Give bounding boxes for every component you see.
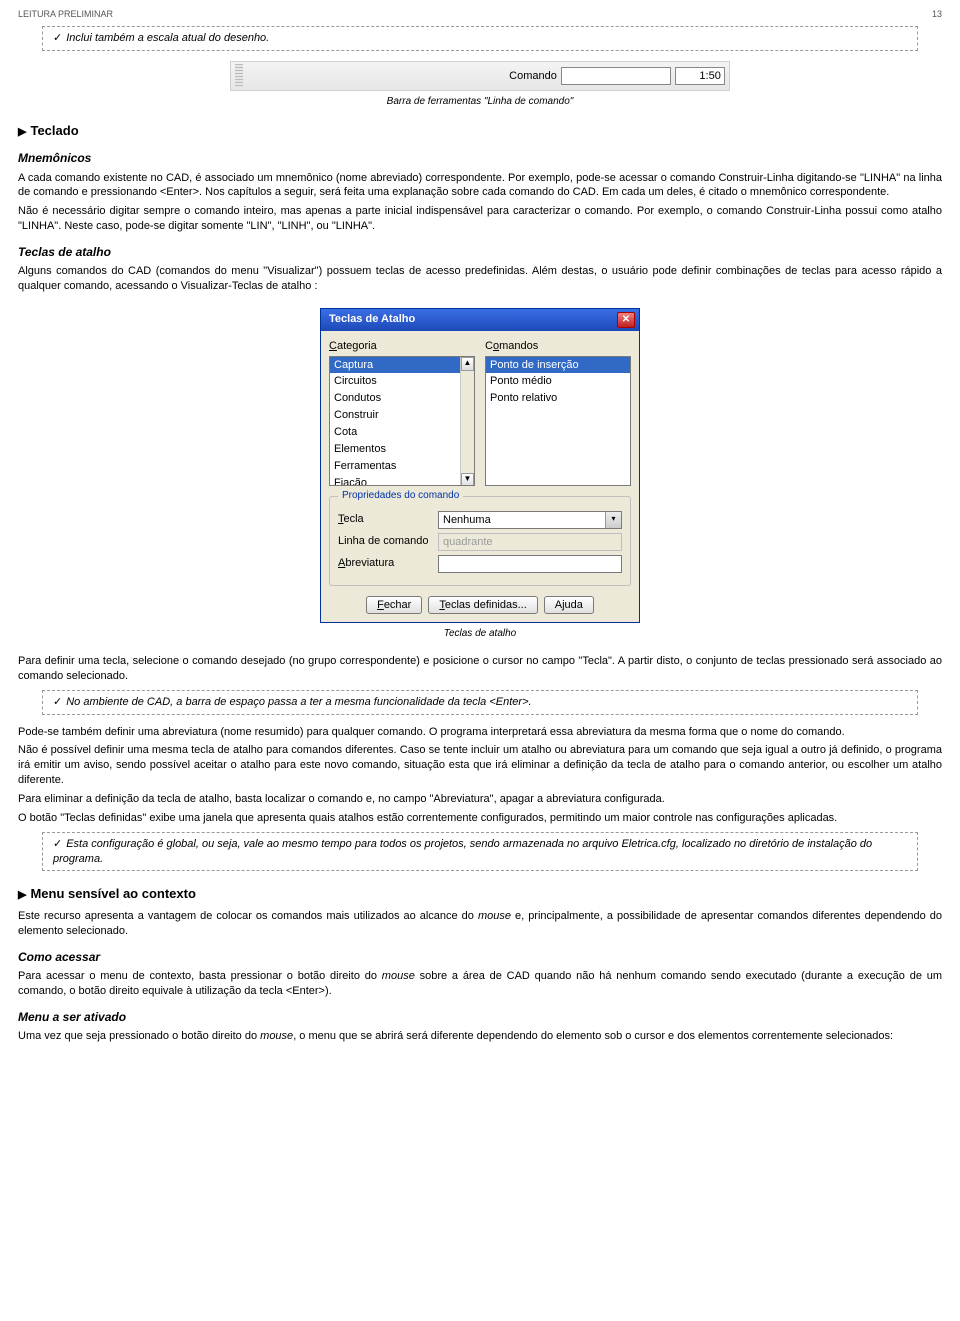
groupbox-propriedades: Propriedades do comando Tecla Nenhuma ▾ … (329, 496, 631, 586)
abreviatura-label: Abreviatura (338, 556, 438, 571)
comandos-listbox[interactable]: Ponto de inserção Ponto médio Ponto rela… (485, 356, 631, 486)
check-icon: ✓ (53, 32, 62, 44)
section-teclado: ▶ Teclado (18, 122, 942, 140)
list-item[interactable]: Ferramentas (330, 458, 474, 475)
scroll-down-icon[interactable]: ▼ (461, 473, 474, 486)
para-mnem-1: A cada comando existente no CAD, é assoc… (18, 171, 942, 201)
command-label: Comando (509, 69, 557, 84)
linha-comando-label: Linha de comando (338, 534, 438, 549)
page-header: LEITURA PRELIMINAR 13 (18, 8, 942, 20)
groupbox-title: Propriedades do comando (338, 489, 463, 503)
categoria-label: Categoria (329, 339, 475, 354)
tecla-combo[interactable]: Nenhuma ▾ (438, 511, 622, 529)
section-teclado-title: Teclado (30, 123, 78, 138)
dialog-title: Teclas de Atalho (329, 312, 415, 327)
check-icon: ✓ (53, 838, 62, 850)
dialog-teclas-atalho: Teclas de Atalho ✕ Categoria ▲ ▼ Captura… (320, 308, 640, 623)
para-teclas-definidas: O botão "Teclas definidas" exibe uma jan… (18, 811, 942, 826)
section-menu-contexto: ▶ Menu sensível ao contexto (18, 885, 942, 903)
tecla-value: Nenhuma (439, 512, 605, 528)
comandos-label: Comandos (485, 339, 631, 354)
dialog-titlebar[interactable]: Teclas de Atalho ✕ (321, 309, 639, 331)
categoria-listbox[interactable]: ▲ ▼ Captura Circuitos Condutos Construir… (329, 356, 475, 486)
fechar-button[interactable]: Fechar (366, 596, 422, 614)
header-page-number: 13 (932, 8, 942, 20)
para-menu-ativado: Uma vez que seja pressionado o botão dir… (18, 1029, 942, 1044)
abreviatura-input[interactable] (438, 555, 622, 573)
list-item[interactable]: Condutos (330, 390, 474, 407)
list-item[interactable]: Elementos (330, 441, 474, 458)
ajuda-button[interactable]: Ajuda (544, 596, 594, 614)
triangle-icon: ▶ (18, 889, 26, 901)
command-toolbar-figure: Comando (18, 61, 942, 91)
list-item[interactable]: Captura (330, 357, 474, 374)
scrollbar[interactable]: ▲ ▼ (460, 357, 474, 486)
command-toolbar: Comando (230, 61, 730, 91)
para-menu-intro: Este recurso apresenta a vantagem de col… (18, 909, 942, 939)
para-mnem-2: Não é necessário digitar sempre o comand… (18, 204, 942, 234)
heading-menu-ativado: Menu a ser ativado (18, 1009, 942, 1025)
command-input[interactable] (561, 67, 671, 85)
note-escala: ✓ Inclui também a escala atual do desenho… (42, 26, 918, 51)
list-item[interactable]: Circuitos (330, 373, 474, 390)
para-duplicado: Não é possível definir uma mesma tecla d… (18, 743, 942, 788)
close-icon[interactable]: ✕ (617, 312, 635, 328)
list-item[interactable]: Ponto médio (486, 373, 630, 390)
header-left: LEITURA PRELIMINAR (18, 8, 113, 20)
note-escala-text: Inclui também a escala atual do desenho. (66, 32, 269, 44)
linha-comando-field: quadrante (438, 533, 622, 551)
dialog-caption: Teclas de atalho (18, 627, 942, 641)
para-definir-tecla: Para definir uma tecla, selecione o coma… (18, 654, 942, 684)
heading-como-acessar: Como acessar (18, 949, 942, 965)
scroll-up-icon[interactable]: ▲ (461, 357, 474, 371)
note-config-global: ✓Esta configuração é global, ou seja, va… (42, 832, 918, 872)
teclas-definidas-button[interactable]: Teclas definidas... (428, 596, 537, 614)
section-menu-title: Menu sensível ao contexto (30, 886, 195, 901)
list-item[interactable]: Construir (330, 407, 474, 424)
triangle-icon: ▶ (18, 126, 26, 138)
toolbar-caption: Barra de ferramentas "Linha de comando" (18, 95, 942, 109)
list-item[interactable]: Ponto de inserção (486, 357, 630, 374)
chevron-down-icon[interactable]: ▾ (605, 512, 621, 528)
tecla-label: Tecla (338, 512, 438, 527)
toolbar-grip-icon[interactable] (235, 64, 243, 88)
para-como-acessar: Para acessar o menu de contexto, basta p… (18, 969, 942, 999)
list-item[interactable]: Fiação (330, 475, 474, 486)
para-abreviatura: Pode-se também definir uma abreviatura (… (18, 725, 942, 740)
note-espaco-text: No ambiente de CAD, a barra de espaço pa… (66, 696, 531, 708)
note-barra-espaco: ✓ No ambiente de CAD, a barra de espaço p… (42, 690, 918, 715)
scale-input[interactable] (675, 67, 725, 85)
check-icon: ✓ (53, 696, 62, 708)
heading-teclas-atalho: Teclas de atalho (18, 244, 942, 260)
list-item[interactable]: Cota (330, 424, 474, 441)
para-teclas: Alguns comandos do CAD (comandos do menu… (18, 264, 942, 294)
para-eliminar: Para eliminar a definição da tecla de at… (18, 792, 942, 807)
heading-mnemonicos: Mnemônicos (18, 150, 942, 166)
note-global-text: Esta configuração é global, ou seja, val… (53, 838, 872, 865)
list-item[interactable]: Ponto relativo (486, 390, 630, 407)
